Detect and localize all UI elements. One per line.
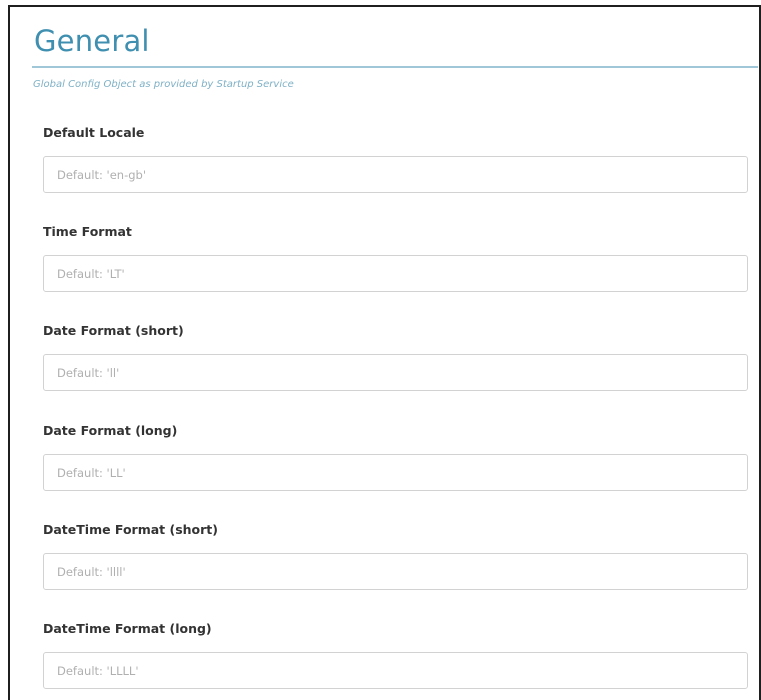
datetime-format-short-field: DateTime Format (short) <box>43 522 748 590</box>
config-panel: General Global Config Object as provided… <box>8 5 761 700</box>
time-format-label: Time Format <box>43 224 132 239</box>
title-divider <box>32 66 758 68</box>
date-format-short-input[interactable] <box>43 354 748 391</box>
datetime-format-short-label: DateTime Format (short) <box>43 522 218 537</box>
datetime-format-long-input[interactable] <box>43 652 748 689</box>
date-format-long-field: Date Format (long) <box>43 423 748 491</box>
section-subtitle: Global Config Object as provided by Star… <box>33 79 294 90</box>
default-locale-input[interactable] <box>43 156 748 193</box>
datetime-format-short-input[interactable] <box>43 553 748 590</box>
default-locale-label: Default Locale <box>43 125 145 140</box>
date-format-long-input[interactable] <box>43 454 748 491</box>
date-format-short-field: Date Format (short) <box>43 323 748 391</box>
datetime-format-long-label: DateTime Format (long) <box>43 621 212 636</box>
datetime-format-long-field: DateTime Format (long) <box>43 621 748 689</box>
date-format-short-label: Date Format (short) <box>43 323 184 338</box>
time-format-input[interactable] <box>43 255 748 292</box>
section-title: General <box>34 24 150 58</box>
time-format-field: Time Format <box>43 224 748 292</box>
date-format-long-label: Date Format (long) <box>43 423 178 438</box>
default-locale-field: Default Locale <box>43 125 748 193</box>
